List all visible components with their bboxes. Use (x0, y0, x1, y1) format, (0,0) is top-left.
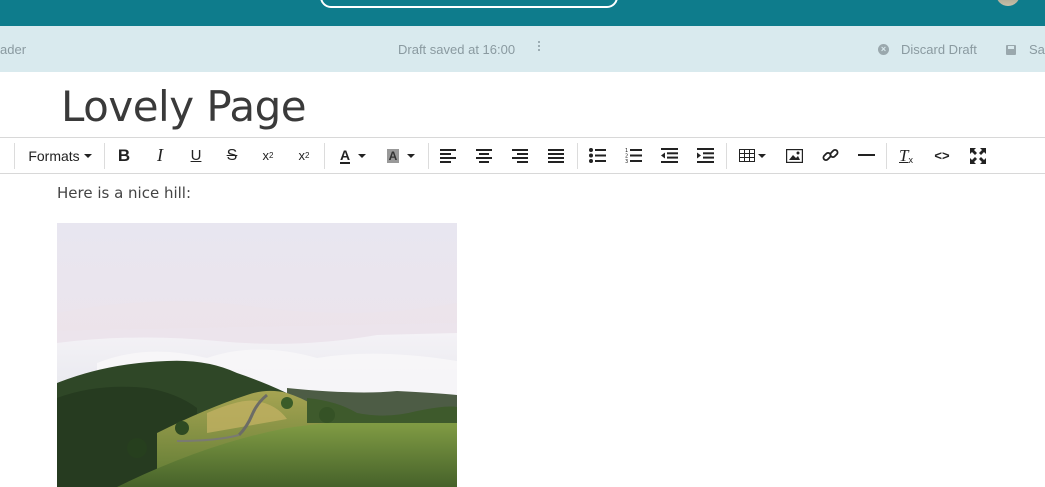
app-header (0, 0, 1045, 26)
draft-status-bar: ader Draft saved at 16:00 × Discard Draf… (0, 26, 1045, 72)
content-paragraph[interactable]: Here is a nice hill: (57, 184, 191, 202)
indent-icon[interactable] (695, 138, 715, 173)
toolbar-separator (886, 143, 887, 169)
align-justify-icon[interactable] (546, 138, 566, 173)
toolbar-separator (726, 143, 727, 169)
italic-icon[interactable]: I (150, 138, 170, 173)
chevron-down-icon (757, 153, 766, 158)
breadcrumb-partial[interactable]: ader (0, 42, 26, 57)
table-icon (738, 149, 755, 162)
discard-draft-label: Discard Draft (901, 42, 977, 57)
draft-saved-status: Draft saved at 16:00 (398, 42, 516, 57)
outdent-icon[interactable] (659, 138, 679, 173)
image-icon[interactable] (784, 138, 804, 173)
chevron-down-icon (407, 153, 416, 158)
save-label: Sa (1029, 42, 1045, 57)
svg-text:3: 3 (625, 159, 628, 163)
formats-dropdown[interactable]: Formats (27, 138, 93, 173)
chevron-down-icon (358, 153, 367, 158)
toolbar-separator (104, 143, 105, 169)
bullet-list-icon[interactable] (587, 138, 607, 173)
align-center-icon[interactable] (474, 138, 494, 173)
chevron-down-icon (83, 153, 92, 158)
numbered-list-icon[interactable]: 123 (623, 138, 643, 173)
save-button[interactable]: Sa (1006, 42, 1045, 57)
landscape-hill-image[interactable] (57, 223, 457, 487)
underline-icon[interactable]: U (186, 138, 206, 173)
toolbar-separator (577, 143, 578, 169)
save-icon (1006, 44, 1016, 55)
subscript-icon[interactable]: x2 (294, 138, 314, 173)
background-color-button[interactable]: A (381, 138, 421, 173)
align-left-icon[interactable] (438, 138, 458, 173)
bold-icon[interactable]: B (114, 138, 134, 173)
table-button[interactable] (736, 138, 768, 173)
fullscreen-icon[interactable] (968, 138, 988, 173)
discard-draft-button[interactable]: × Discard Draft (878, 42, 977, 57)
toolbar-separator (428, 143, 429, 169)
strikethrough-icon[interactable]: S (222, 138, 242, 173)
clear-formatting-icon[interactable]: Tx (896, 138, 916, 173)
formats-label: Formats (28, 147, 80, 164)
horizontal-rule-icon[interactable] (856, 138, 876, 173)
more-options-icon[interactable] (534, 39, 544, 59)
link-icon[interactable] (820, 138, 840, 173)
text-color-button[interactable]: A (333, 138, 373, 173)
superscript-icon[interactable]: x2 (258, 138, 278, 173)
page-title[interactable]: Lovely Page (61, 82, 307, 131)
source-code-icon[interactable]: <> (932, 138, 952, 173)
toolbar-separator (14, 143, 15, 169)
align-right-icon[interactable] (510, 138, 530, 173)
avatar[interactable] (996, 0, 1020, 6)
close-circle-icon: × (878, 44, 889, 55)
toolbar-separator (324, 143, 325, 169)
editor-toolbar: Formats B I U S x2 x2 A A 123 T x <> (0, 137, 1045, 174)
background-color-icon: A (386, 148, 400, 163)
text-color-icon: A (339, 146, 351, 164)
search-input[interactable] (320, 0, 618, 8)
